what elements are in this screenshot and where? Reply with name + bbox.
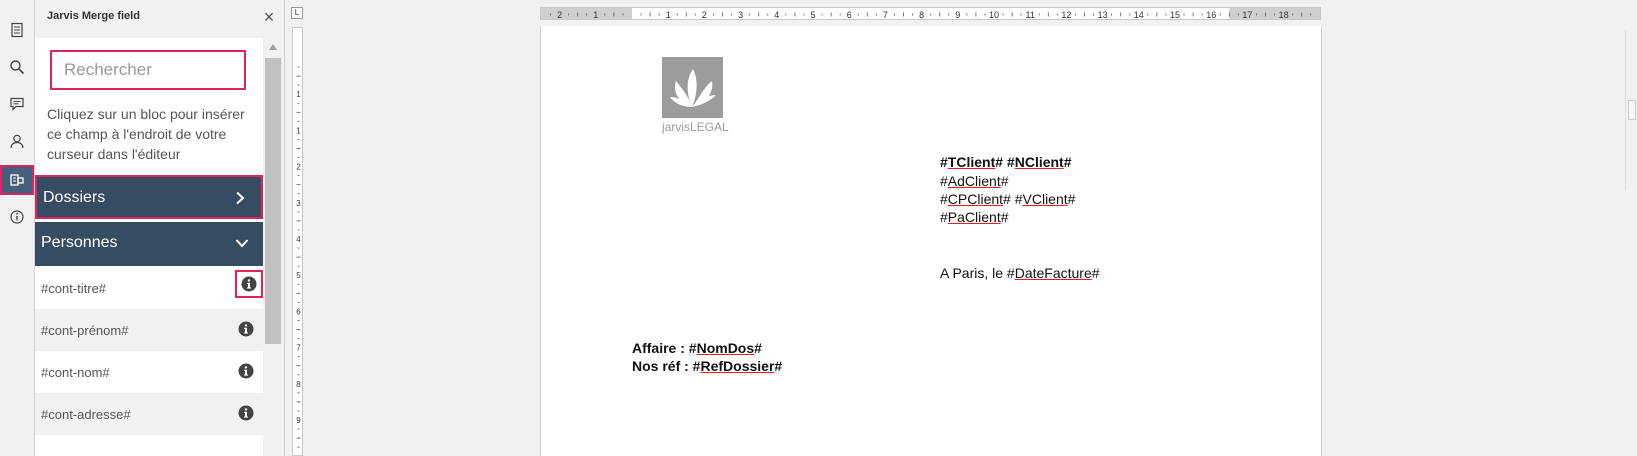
info-icon[interactable] [238,321,256,339]
chevron-right-icon [236,191,245,205]
comment-icon[interactable] [4,91,30,117]
ruler-label: 6 [296,307,301,316]
field-item[interactable]: #cont-nom# [35,351,263,393]
merge-field-panel: Jarvis Merge field × Cliquez sur un bloc… [35,0,285,456]
user-icon[interactable] [4,128,30,154]
affaire-line: Affaire : #NomDos# [632,340,762,356]
ruler-label: 7 [883,10,888,20]
scroll-thumb[interactable] [265,58,281,344]
panel-body: Cliquez sur un bloc pour insérer ce cham… [35,38,263,456]
close-icon[interactable]: × [261,8,277,26]
field-item[interactable]: #cont-adresse# [35,393,263,435]
ruler-label: 9 [296,416,301,425]
search-input[interactable] [50,50,246,90]
reference-line: Nos réf : #RefDossier# [632,358,783,374]
address-line: #CPClient# #VClient# [940,191,1076,207]
logo [662,57,723,118]
chevron-down-icon [235,239,249,248]
field-label: #cont-nom# [41,365,110,380]
info-icon[interactable] [238,405,256,423]
search-icon[interactable] [4,54,30,80]
ruler-label: 6 [847,10,852,20]
ruler-label: 1 [666,10,671,20]
vertical-ruler[interactable]: 1 1 2 3 4 5 6 7 8 9 [292,27,303,456]
field-label: #cont-prénom# [41,323,129,338]
address-line: #PaClient# [940,209,1009,225]
field-label: #cont-adresse# [41,407,131,422]
ruler-label: 5 [810,10,815,20]
ruler-label: 14 [1134,10,1144,20]
ruler-label: 8 [919,10,924,20]
ruler-ticks: 2 1 1 2 3 4 5 6 7 8 9 10 11 12 13 14 15 16 17 18 [541,8,1320,20]
section-label: Dossiers [43,189,106,206]
ruler-ticks: 1 1 2 3 4 5 6 7 8 9 [296,66,301,448]
document-page[interactable]: jarvisLEGAL #TClient# #NClient# #AdClien… [540,26,1322,456]
field-item[interactable]: #cont-titre# [35,267,263,309]
info-icon[interactable] [235,270,263,298]
section-personnes[interactable]: Personnes [35,222,263,266]
ruler-label: 10 [989,10,999,20]
ruler-label: 4 [296,235,301,244]
field-item[interactable]: #cont-prénom# [35,309,263,351]
ruler-label: 1 [296,126,301,135]
ruler-label: 4 [774,10,779,20]
panel-scrollbar[interactable] [264,38,282,456]
ruler-label: 17 [1242,10,1252,20]
ruler-label: 3 [738,10,743,20]
info-icon[interactable] [4,204,30,230]
ruler-label: 16 [1206,10,1216,20]
ruler-label: 1 [296,90,301,99]
logo-flower-icon [670,69,716,107]
icon-rail [0,0,35,456]
ruler-label: 15 [1170,10,1180,20]
ruler-label: 18 [1279,10,1289,20]
tab-stop-selector[interactable]: L [291,7,303,19]
ruler-label: 2 [296,163,301,172]
ruler-label: 11 [1026,10,1035,20]
ruler-label: 1 [593,10,598,20]
ruler-label: 2 [557,10,562,20]
ruler-label: 7 [296,344,301,353]
section-label: Personnes [41,234,118,251]
scroll-up-arrow[interactable] [269,44,277,50]
ruler-label: 3 [296,199,301,208]
ruler-label: 9 [955,10,960,20]
ruler-label: 5 [296,271,301,280]
document-icon[interactable] [4,17,30,43]
horizontal-ruler[interactable]: 2 1 1 2 3 4 5 6 7 8 9 10 11 12 13 14 15 16 17 18 [540,7,1321,20]
right-scroll-thumb[interactable] [1628,100,1636,120]
address-line: #AdClient# [940,173,1009,189]
address-line: #TClient# #NClient# [940,154,1072,170]
info-icon[interactable] [238,363,256,381]
ruler-label: 8 [296,380,301,389]
help-text: Cliquez sur un bloc pour insérer ce cham… [47,106,245,162]
ruler-label: 2 [702,10,707,20]
plugin-icon[interactable] [0,165,34,195]
panel-title: Jarvis Merge field [47,10,140,22]
ruler-label: 13 [1098,10,1108,20]
logo-text: jarvisLEGAL [662,120,729,134]
section-dossiers[interactable]: Dossiers [35,175,263,219]
field-label: #cont-titre# [41,281,107,296]
date-line: A Paris, le #DateFacture# [940,265,1100,281]
ruler-label: 12 [1061,10,1071,20]
